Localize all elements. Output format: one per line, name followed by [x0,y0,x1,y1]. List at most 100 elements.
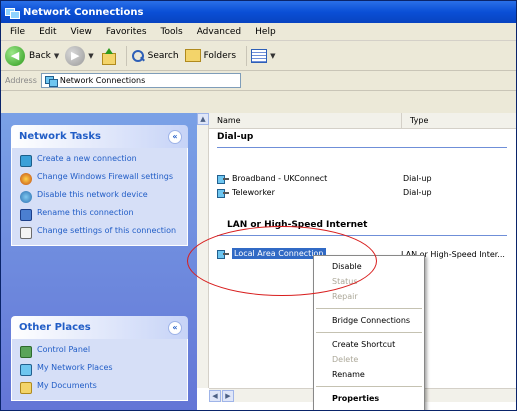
back-icon: ◀ [5,45,25,66]
menu-help[interactable]: Help [248,27,283,37]
views-icon [251,48,268,63]
address-value: Network Connections [59,76,146,85]
cm-rename[interactable]: Rename [314,367,424,382]
my-network-places-icon [20,364,32,376]
task-label: Change Windows Firewall settings [37,172,174,181]
search-button[interactable]: Search [131,49,179,63]
item-name: Teleworker [232,188,275,197]
item-type: Dial-up [403,174,432,183]
network-tasks-header[interactable]: Network Tasks « [11,125,188,148]
task-create-connection[interactable]: Create a new connection [20,154,183,167]
list-item-teleworker[interactable]: Teleworker [217,187,275,198]
lan-connection-icon [217,248,229,259]
item-name: Broadband - UKConnect [232,174,328,183]
control-panel-icon [20,346,32,358]
group-divider [217,235,507,236]
task-firewall-settings[interactable]: Change Windows Firewall settings [20,172,183,185]
task-pane: Network Tasks « Create a new connection … [1,113,197,410]
place-control-panel[interactable]: Control Panel [20,345,183,358]
menu-advanced[interactable]: Advanced [190,27,248,37]
address-label: Address [5,76,37,85]
forward-button[interactable]: ▶ ▼ [65,45,94,66]
folders-icon [184,49,201,62]
menu-separator [316,386,422,387]
firewall-icon [20,173,32,185]
up-button[interactable] [100,47,116,65]
address-bar: Address Network Connections [1,71,516,91]
vertical-scrollbar[interactable]: ▲ [197,113,209,388]
menu-view[interactable]: View [64,27,99,37]
other-places-body: Control Panel My Network Places My Docum… [11,339,188,401]
column-type-header[interactable]: Type [402,116,428,125]
collapse-chevron-icon[interactable]: « [168,320,182,335]
task-label: Disable this network device [37,190,148,199]
search-icon [131,49,145,63]
column-headers: Name Type [209,113,516,129]
title-bar[interactable]: Network Connections [1,1,516,23]
group-dialup-title: Dial-up [217,132,254,142]
context-menu: Disable Status Repair Bridge Connections… [313,255,425,410]
place-label: My Network Places [37,363,113,372]
dialup-connection-icon [217,173,229,184]
my-documents-icon [20,382,32,394]
task-rename-connection[interactable]: Rename this connection [20,208,183,221]
menu-bar: File Edit View Favorites Tools Advanced … [1,23,516,41]
group-divider [217,147,507,148]
window-title: Network Connections [23,6,144,18]
cm-disable[interactable]: Disable [314,259,424,274]
place-my-documents[interactable]: My Documents [20,381,183,394]
scroll-left-icon[interactable]: ◀ [209,390,221,402]
place-label: My Documents [37,381,97,390]
item-type: Dial-up [403,188,432,197]
other-places-panel: Other Places « Control Panel My Network … [11,316,188,401]
network-tasks-title: Network Tasks [19,131,101,142]
list-item-broadband[interactable]: Broadband - UKConnect [217,173,327,184]
back-button[interactable]: ◀ Back ▼ [5,45,59,66]
menu-favorites[interactable]: Favorites [99,27,154,37]
back-label: Back [29,50,51,61]
cm-create-shortcut[interactable]: Create Shortcut [314,337,424,352]
forward-icon: ▶ [65,45,86,66]
search-label: Search [147,50,179,61]
views-dropdown-icon[interactable]: ▼ [270,52,275,60]
other-places-title: Other Places [19,322,91,333]
back-dropdown-icon[interactable]: ▼ [54,52,59,60]
settings-icon [20,227,32,239]
network-tasks-panel: Network Tasks « Create a new connection … [11,125,188,246]
toolbar-separator [246,45,248,66]
address-input[interactable]: Network Connections [40,73,241,88]
folders-label: Folders [203,50,237,61]
network-tasks-body: Create a new connection Change Windows F… [11,148,188,246]
place-my-network-places[interactable]: My Network Places [20,363,183,376]
network-connections-icon [44,75,58,87]
dialup-connection-icon [217,187,229,198]
cm-bridge-connections[interactable]: Bridge Connections [314,313,424,328]
rename-icon [20,209,32,221]
menu-separator [316,332,422,333]
group-lan-title: LAN or High-Speed Internet [227,220,368,230]
cm-status: Status [332,277,358,286]
task-label: Create a new connection [37,154,137,163]
cm-properties[interactable]: Properties [314,391,424,406]
task-label: Change settings of this connection [37,226,177,235]
toolbar-separator [125,45,127,66]
collapse-chevron-icon[interactable]: « [168,129,182,144]
menu-separator [316,308,422,309]
forward-dropdown-icon[interactable]: ▼ [88,52,93,60]
task-label: Rename this connection [37,208,134,217]
network-connections-window: Network Connections File Edit View Favor… [0,0,517,411]
menu-tools[interactable]: Tools [154,27,190,37]
menu-edit[interactable]: Edit [32,27,63,37]
list-item-local-area-connection[interactable]: Local Area Connection [217,248,326,259]
task-disable-device[interactable]: Disable this network device [20,190,183,203]
views-button[interactable]: ▼ [251,48,275,63]
toolbar: ◀ Back ▼ ▶ ▼ Search Folders ▼ [1,41,516,71]
other-places-header[interactable]: Other Places « [11,316,188,339]
menu-file[interactable]: File [3,27,32,37]
column-name-header[interactable]: Name [209,113,402,128]
scroll-up-icon[interactable]: ▲ [197,113,209,125]
scroll-right-icon[interactable]: ▶ [222,390,234,402]
task-change-settings[interactable]: Change settings of this connection [20,226,183,239]
cm-repair: Repair [332,292,358,301]
folders-button[interactable]: Folders [184,49,237,62]
